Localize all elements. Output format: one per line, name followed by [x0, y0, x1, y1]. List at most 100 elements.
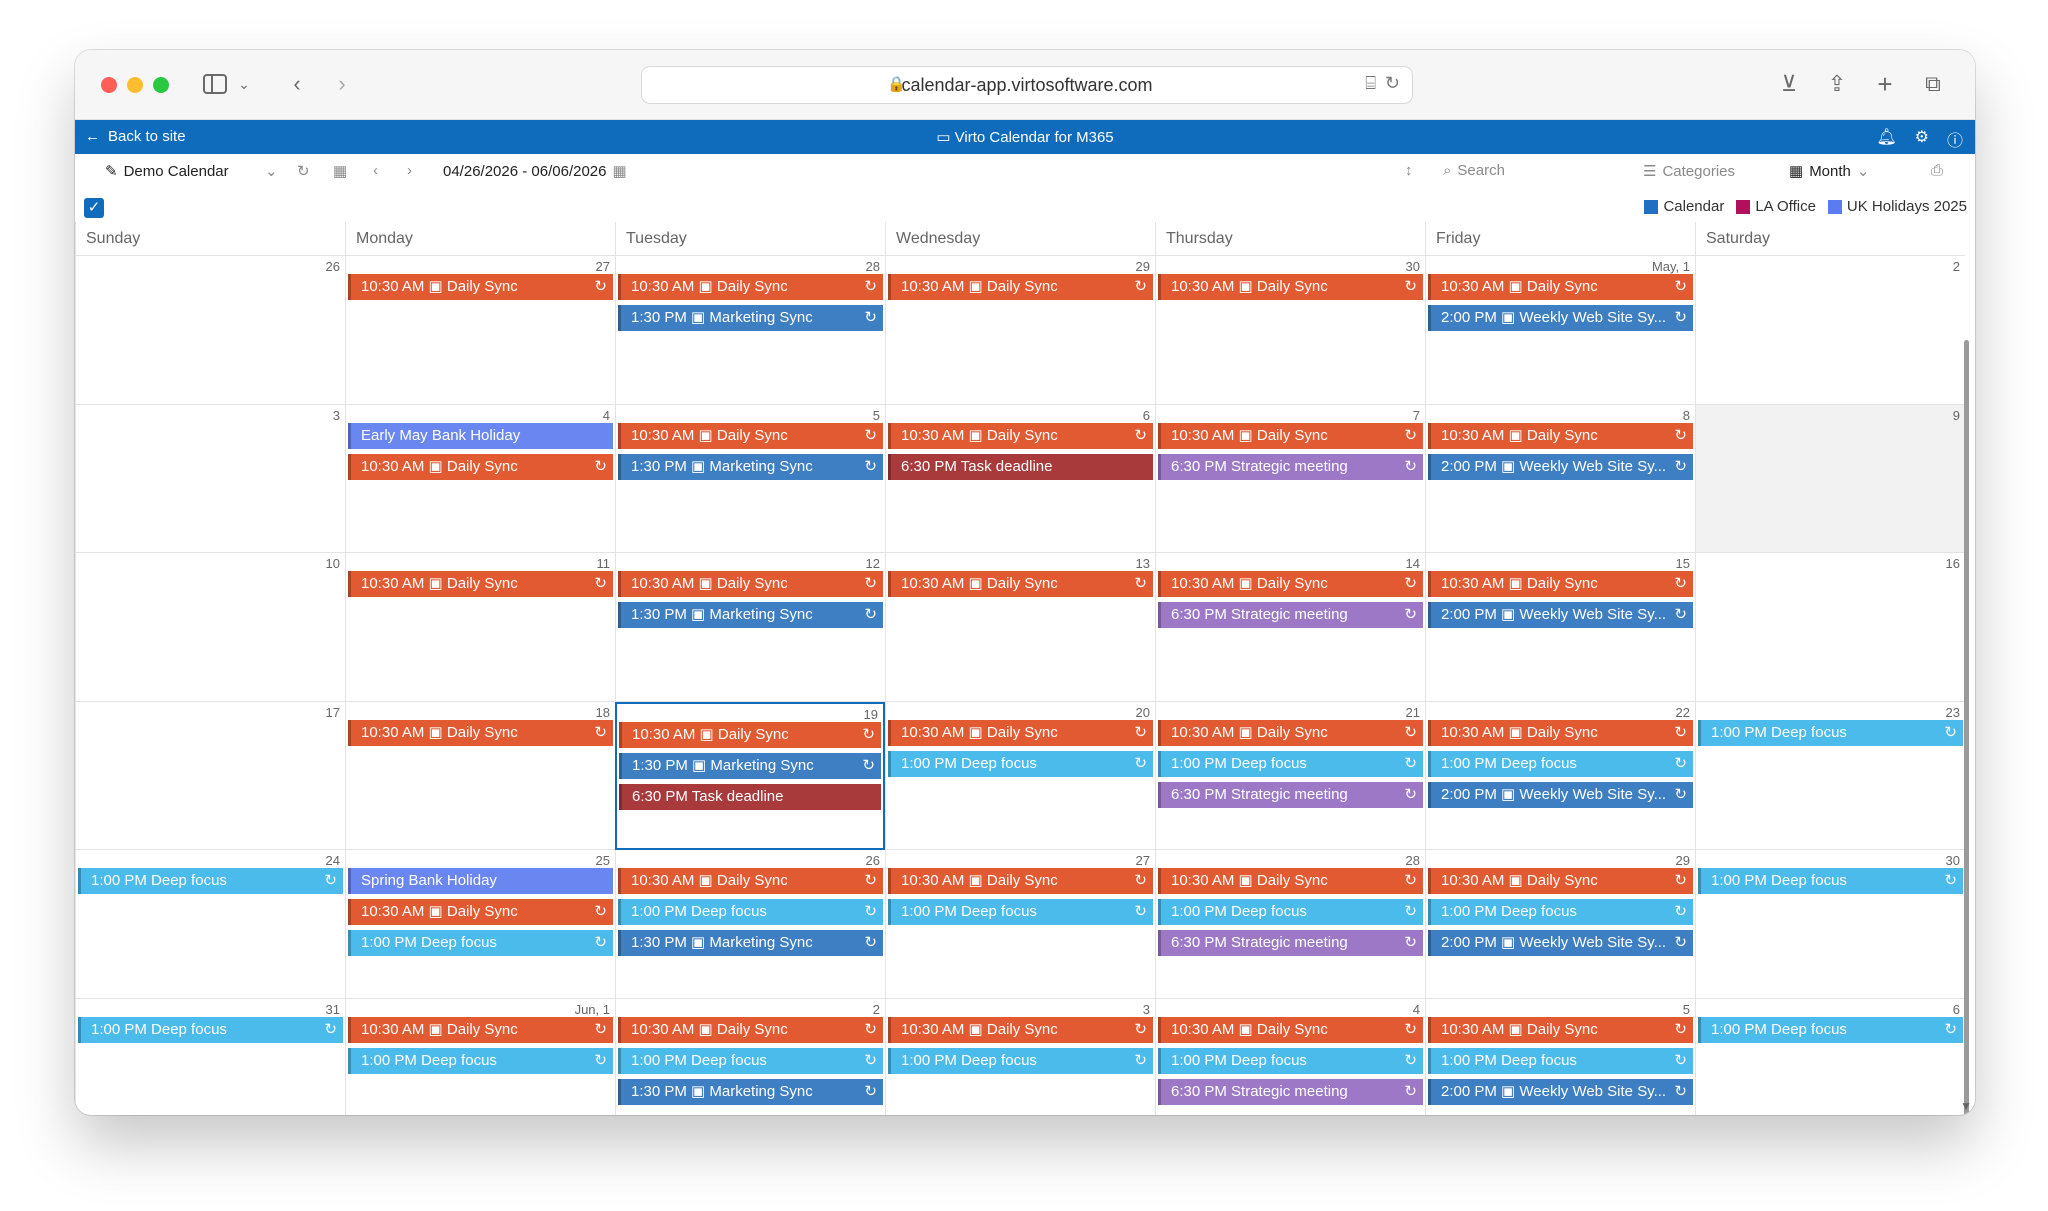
day-number[interactable]: 28	[866, 259, 880, 274]
calendar-event[interactable]: 10:30 AM ▣ Daily Sync ↻	[348, 1016, 613, 1043]
calendar-event[interactable]: 1:30 PM ▣ Marketing Sync ↻	[618, 305, 883, 331]
sidebar-toggle-icon[interactable]	[200, 68, 230, 100]
calendar-event[interactable]: 1:00 PM Deep focus ↻	[78, 1016, 343, 1043]
day-number[interactable]: 12	[866, 556, 880, 571]
day-number[interactable]: 29	[1676, 853, 1690, 868]
day-cell[interactable]: 26	[75, 256, 345, 405]
day-number[interactable]: 15	[1676, 556, 1690, 571]
day-number[interactable]: 10	[326, 556, 340, 571]
vertical-scrollbar[interactable]	[1964, 340, 1969, 1115]
calendar-event[interactable]: 10:30 AM ▣ Daily Sync ↻	[1428, 868, 1693, 894]
day-number[interactable]: 19	[864, 707, 878, 722]
day-number[interactable]: 6	[1143, 408, 1150, 423]
back-nav-icon[interactable]: ‹	[285, 68, 309, 100]
day-number[interactable]: 27	[596, 259, 610, 274]
day-number[interactable]: 13	[1136, 556, 1150, 571]
day-number[interactable]: 28	[1406, 853, 1420, 868]
day-cell[interactable]: 27 10:30 AM ▣ Daily Sync ↻	[345, 256, 615, 405]
day-number[interactable]: 16	[1946, 556, 1960, 571]
calendar-event[interactable]: 10:30 AM ▣ Daily Sync ↻	[888, 422, 1153, 449]
reload-icon[interactable]: ↻	[1385, 73, 1400, 94]
day-cell[interactable]: 3	[75, 404, 345, 553]
day-number[interactable]: 23	[1946, 705, 1960, 720]
calendar-event[interactable]: 1:00 PM Deep focus ↻	[1158, 1047, 1423, 1074]
calendar-event[interactable]: 1:00 PM Deep focus ↻	[888, 899, 1153, 925]
calendar-event[interactable]: 2:00 PM ▣ Weekly Web Site Sy... ↻	[1428, 453, 1693, 480]
calendar-event[interactable]: 10:30 AM ▣ Daily Sync ↻	[618, 274, 883, 300]
day-number[interactable]: 25	[596, 853, 610, 868]
day-cell[interactable]: 21 10:30 AM ▣ Daily Sync ↻ 1:00 PM Deep foc…	[1155, 701, 1425, 850]
calendar-event[interactable]: 10:30 AM ▣ Daily Sync ↻	[1158, 1016, 1423, 1043]
calendar-event[interactable]: 10:30 AM ▣ Daily Sync ↻	[888, 1016, 1153, 1043]
day-cell[interactable]: 4 Early May Bank Holiday 10:30 AM ▣ Daily …	[345, 404, 615, 553]
day-number[interactable]: 5	[1683, 1002, 1690, 1017]
calendar-event[interactable]: 1:00 PM Deep focus ↻	[1428, 1047, 1693, 1074]
calendar-event[interactable]: 1:00 PM Deep focus ↻	[618, 899, 883, 925]
calendar-event[interactable]: 6:30 PM Strategic meeting ↻	[1158, 930, 1423, 956]
calendar-event[interactable]: 6:30 PM Task deadline	[619, 783, 881, 810]
calendar-event[interactable]: 1:30 PM ▣ Marketing Sync ↻	[618, 453, 883, 480]
day-number[interactable]: 8	[1683, 408, 1690, 423]
minimize-window-button[interactable]	[127, 77, 143, 93]
date-range[interactable]: 04/26/2026 - 06/06/2026 ▦	[443, 162, 627, 181]
calendar-event[interactable]: 6:30 PM Strategic meeting ↻	[1158, 781, 1423, 808]
day-cell[interactable]: 5 10:30 AM ▣ Daily Sync ↻ 1:30 PM ▣ Marketi…	[615, 404, 885, 553]
calendar-event[interactable]: 6:30 PM Strategic meeting ↻	[1158, 602, 1423, 628]
calendar-event[interactable]: 10:30 AM ▣ Daily Sync ↻	[1428, 274, 1693, 300]
day-cell[interactable]: 4 10:30 AM ▣ Daily Sync ↻ 1:00 PM Deep focu…	[1155, 998, 1425, 1115]
calendar-event[interactable]: 10:30 AM ▣ Daily Sync ↻	[1428, 1016, 1693, 1043]
day-number[interactable]: 21	[1406, 705, 1420, 720]
calendar-event[interactable]: 2:00 PM ▣ Weekly Web Site Sy... ↻	[1428, 781, 1693, 808]
day-cell[interactable]: 9	[1695, 404, 1965, 553]
day-number[interactable]: 31	[326, 1002, 340, 1017]
calendar-event[interactable]: 1:00 PM Deep focus ↻	[1698, 719, 1963, 746]
categories-button[interactable]: ☰ Categories	[1643, 162, 1735, 181]
calendar-event[interactable]: 2:00 PM ▣ Weekly Web Site Sy... ↻	[1428, 1078, 1693, 1105]
calendar-event[interactable]: 10:30 AM ▣ Daily Sync ↻	[348, 899, 613, 925]
day-cell[interactable]: 30 10:30 AM ▣ Daily Sync ↻	[1155, 256, 1425, 405]
calendar-event[interactable]: 1:00 PM Deep focus ↻	[1698, 1016, 1963, 1043]
refresh-icon[interactable]: ↻	[297, 162, 310, 180]
share-icon[interactable]: ⇪	[1823, 68, 1851, 100]
day-cell[interactable]: 2 10:30 AM ▣ Daily Sync ↻ 1:00 PM Deep focu…	[615, 998, 885, 1115]
calendar-event[interactable]: 10:30 AM ▣ Daily Sync ↻	[1428, 719, 1693, 746]
day-number[interactable]: 17	[326, 705, 340, 720]
day-cell[interactable]: 19 10:30 AM ▣ Daily Sync ↻ 1:30 PM ▣ Market…	[615, 701, 885, 850]
day-cell[interactable]: 28 10:30 AM ▣ Daily Sync ↻ 1:30 PM ▣ Market…	[615, 256, 885, 405]
calendar-event[interactable]: 1:00 PM Deep focus ↻	[1428, 750, 1693, 777]
day-cell[interactable]: 3 10:30 AM ▣ Daily Sync ↻ 1:00 PM Deep focu…	[885, 998, 1155, 1115]
day-cell[interactable]: 31 1:00 PM Deep focus ↻	[75, 998, 345, 1115]
day-number[interactable]: 3	[333, 408, 340, 423]
day-number[interactable]: 26	[866, 853, 880, 868]
download-icon[interactable]: ⊻	[1775, 68, 1803, 100]
day-cell[interactable]: 14 10:30 AM ▣ Daily Sync ↻ 6:30 PM Strategi…	[1155, 553, 1425, 702]
day-number[interactable]: 30	[1406, 259, 1420, 274]
address-bar[interactable]: 🔒 calendar-app.virtosoftware.com ⌸ ↻	[641, 66, 1413, 104]
day-cell[interactable]: 16	[1695, 553, 1965, 702]
calendar-event[interactable]: 6:30 PM Task deadline	[888, 453, 1153, 480]
day-number[interactable]: 14	[1406, 556, 1420, 571]
day-number[interactable]: Jun, 1	[575, 1002, 610, 1017]
day-cell[interactable]: 29 10:30 AM ▣ Daily Sync ↻	[885, 256, 1155, 405]
day-cell[interactable]: 24 1:00 PM Deep focus ↻	[75, 850, 345, 999]
calendar-event[interactable]: 10:30 AM ▣ Daily Sync ↻	[1158, 571, 1423, 597]
calendar-event[interactable]: 10:30 AM ▣ Daily Sync ↻	[348, 571, 613, 597]
forward-nav-icon[interactable]: ›	[330, 68, 354, 100]
calendar-event[interactable]: 10:30 AM ▣ Daily Sync ↻	[348, 274, 613, 300]
calendar-event[interactable]: 10:30 AM ▣ Daily Sync ↻	[618, 868, 883, 894]
calendar-event[interactable]: 1:30 PM ▣ Marketing Sync ↻	[619, 752, 881, 779]
day-cell[interactable]: 27 10:30 AM ▣ Daily Sync ↻ 1:00 PM Deep foc…	[885, 850, 1155, 999]
calendar-event[interactable]: 1:30 PM ▣ Marketing Sync ↻	[618, 930, 883, 956]
calendar-event[interactable]: 10:30 AM ▣ Daily Sync ↻	[1428, 422, 1693, 449]
legend-item[interactable]: UK Holidays 2025	[1827, 198, 1967, 215]
calendar-event[interactable]: 10:30 AM ▣ Daily Sync ↻	[888, 868, 1153, 894]
day-number[interactable]: 9	[1953, 408, 1960, 423]
day-cell[interactable]: 17	[75, 701, 345, 850]
calendar-event[interactable]: Early May Bank Holiday	[348, 422, 613, 449]
day-cell[interactable]: 13 10:30 AM ▣ Daily Sync ↻	[885, 553, 1155, 702]
calendar-event[interactable]: 1:00 PM Deep focus ↻	[888, 750, 1153, 777]
day-number[interactable]: May, 1	[1652, 259, 1690, 274]
day-number[interactable]: 2	[873, 1002, 880, 1017]
expand-vertical-icon[interactable]: ↕	[1405, 162, 1413, 179]
calendar-event[interactable]: Spring Bank Holiday	[348, 868, 613, 894]
